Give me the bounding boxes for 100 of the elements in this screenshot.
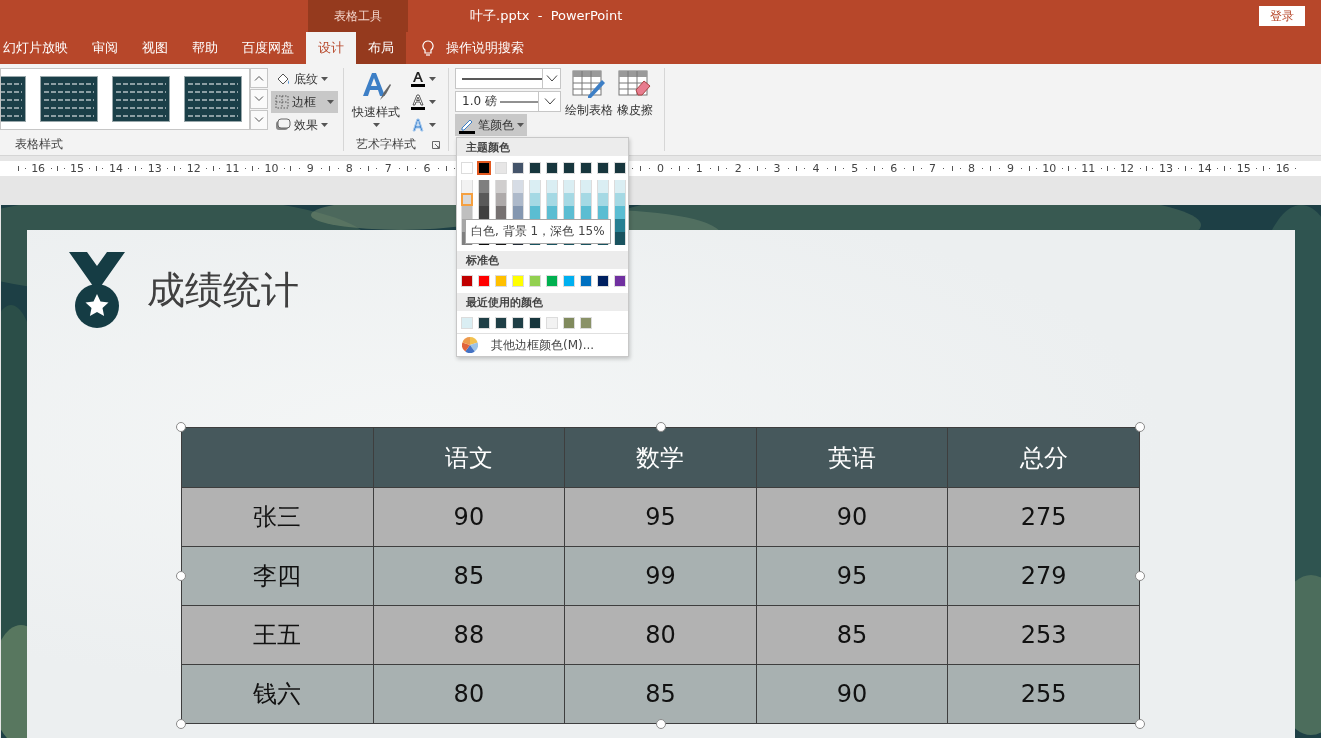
- color-swatch[interactable]: [529, 180, 541, 193]
- line-style-dropdown[interactable]: [455, 68, 561, 89]
- color-swatch[interactable]: [563, 162, 575, 174]
- color-swatch[interactable]: [478, 162, 490, 174]
- table-style-thumbnail[interactable]: [184, 76, 242, 122]
- color-swatch[interactable]: [563, 193, 575, 206]
- color-swatch[interactable]: [580, 317, 592, 329]
- selection-handle[interactable]: [655, 719, 666, 729]
- selection-handle[interactable]: [1135, 719, 1145, 729]
- color-swatch[interactable]: [478, 206, 490, 219]
- selection-handle[interactable]: [1135, 570, 1145, 581]
- color-swatch[interactable]: [546, 162, 558, 174]
- selection-handle[interactable]: [1135, 422, 1145, 432]
- color-swatch[interactable]: [461, 317, 473, 329]
- ribbon-button[interactable]: 底纹: [271, 68, 338, 90]
- color-swatch[interactable]: [478, 275, 490, 287]
- scroll-down-button[interactable]: [250, 89, 268, 109]
- ribbon-tab[interactable]: 视图: [130, 32, 180, 64]
- color-swatch[interactable]: [495, 317, 507, 329]
- table-style-thumbnail[interactable]: [112, 76, 170, 122]
- color-swatch[interactable]: [461, 193, 473, 206]
- color-swatch[interactable]: [495, 275, 507, 287]
- color-swatch[interactable]: [563, 180, 575, 193]
- color-swatch[interactable]: [512, 162, 524, 174]
- color-swatch[interactable]: [512, 317, 524, 329]
- pen-color-button[interactable]: 笔颜色: [455, 114, 527, 136]
- ruler-number: 11: [225, 162, 240, 175]
- color-swatch[interactable]: [461, 275, 473, 287]
- color-swatch[interactable]: [614, 219, 626, 232]
- color-swatch[interactable]: [563, 275, 575, 287]
- sign-in-button[interactable]: 登录: [1259, 6, 1305, 26]
- color-swatch[interactable]: [529, 317, 541, 329]
- color-swatch[interactable]: [512, 206, 524, 219]
- color-swatch[interactable]: [546, 193, 558, 206]
- ribbon-tab[interactable]: 百度网盘: [230, 32, 306, 64]
- color-swatch[interactable]: [495, 193, 507, 206]
- dialog-launcher-icon[interactable]: [432, 140, 440, 149]
- color-swatch[interactable]: [597, 180, 609, 193]
- pen-weight-dropdown[interactable]: 1.0 磅: [455, 91, 561, 112]
- quick-styles-button[interactable]: 快速样式: [350, 68, 402, 136]
- color-swatch[interactable]: [512, 193, 524, 206]
- ribbon-button[interactable]: 效果: [271, 114, 338, 136]
- color-swatch[interactable]: [614, 275, 626, 287]
- selection-handle[interactable]: [176, 719, 186, 729]
- tell-me-search[interactable]: 操作说明搜索: [446, 39, 524, 57]
- color-swatch[interactable]: [597, 206, 609, 219]
- color-swatch[interactable]: [546, 317, 558, 329]
- color-swatch[interactable]: [614, 180, 626, 193]
- ribbon-tab[interactable]: 审阅: [80, 32, 130, 64]
- selection-handle[interactable]: [176, 570, 186, 581]
- color-swatch[interactable]: [597, 162, 609, 174]
- ribbon-button[interactable]: 边框: [271, 91, 338, 113]
- color-swatch[interactable]: [614, 206, 626, 219]
- color-swatch[interactable]: [580, 206, 592, 219]
- color-swatch[interactable]: [597, 275, 609, 287]
- color-swatch[interactable]: [529, 275, 541, 287]
- color-swatch[interactable]: [546, 206, 558, 219]
- color-swatch[interactable]: [563, 317, 575, 329]
- ruler-number: 15: [1236, 162, 1251, 175]
- color-swatch[interactable]: [597, 193, 609, 206]
- color-swatch[interactable]: [580, 275, 592, 287]
- color-swatch[interactable]: [495, 206, 507, 219]
- color-swatch[interactable]: [461, 206, 473, 219]
- color-swatch[interactable]: [580, 162, 592, 174]
- ruler-number: 6: [890, 162, 898, 175]
- color-swatch[interactable]: [614, 232, 626, 245]
- color-swatch[interactable]: [563, 206, 575, 219]
- table-style-thumbnail[interactable]: [40, 76, 98, 122]
- caret-icon: [321, 123, 328, 127]
- color-swatch[interactable]: [495, 180, 507, 193]
- gallery-more-button[interactable]: [250, 110, 268, 130]
- color-swatch[interactable]: [614, 162, 626, 174]
- selection-handle[interactable]: [655, 422, 666, 432]
- table-cell: 王五: [181, 605, 374, 665]
- lightbulb-icon: [422, 39, 434, 57]
- tooltip: 白色, 背景 1，深色 15%: [465, 219, 611, 244]
- color-swatch[interactable]: [546, 180, 558, 193]
- color-swatch[interactable]: [529, 193, 541, 206]
- color-swatch[interactable]: [580, 193, 592, 206]
- color-swatch[interactable]: [478, 317, 490, 329]
- color-swatch[interactable]: [546, 275, 558, 287]
- color-swatch[interactable]: [478, 193, 490, 206]
- more-colors-item[interactable]: 其他边框颜色(M)...: [457, 333, 628, 356]
- table-style-thumbnail[interactable]: [1, 76, 26, 122]
- ribbon-tab[interactable]: 布局: [356, 32, 406, 64]
- scroll-up-button[interactable]: [250, 68, 268, 88]
- color-swatch[interactable]: [529, 206, 541, 219]
- color-swatch[interactable]: [478, 180, 490, 193]
- color-swatch[interactable]: [614, 193, 626, 206]
- color-swatch[interactable]: [461, 162, 473, 174]
- ribbon-tab[interactable]: 设计: [306, 32, 356, 64]
- color-swatch[interactable]: [529, 162, 541, 174]
- ribbon-tab[interactable]: 帮助: [180, 32, 230, 64]
- color-swatch[interactable]: [461, 180, 473, 193]
- color-swatch[interactable]: [580, 180, 592, 193]
- color-swatch[interactable]: [495, 162, 507, 174]
- color-swatch[interactable]: [512, 275, 524, 287]
- selection-handle[interactable]: [176, 422, 186, 432]
- ribbon-tab[interactable]: 幻灯片放映: [0, 32, 80, 64]
- color-swatch[interactable]: [512, 180, 524, 193]
